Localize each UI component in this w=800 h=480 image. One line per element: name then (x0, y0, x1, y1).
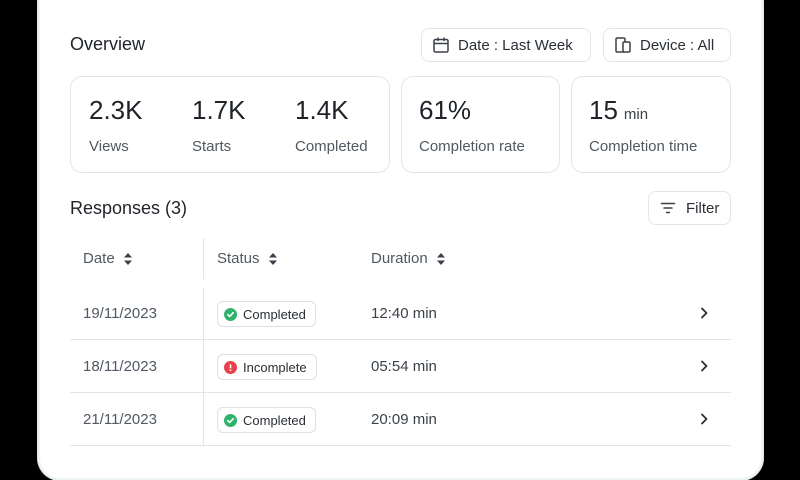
completed-label: Completed (295, 138, 368, 155)
header-column-divider (203, 238, 204, 279)
chevron-right-icon[interactable] (697, 411, 711, 427)
filter-button[interactable]: Filter (648, 191, 731, 225)
views-label: Views (89, 138, 129, 155)
date-filter-button[interactable]: Date : Last Week (421, 28, 591, 62)
status-badge: Incomplete (217, 354, 317, 380)
overview-title: Overview (70, 34, 146, 54)
starts-value: 1.7K (192, 95, 246, 125)
status-label: Completed (243, 306, 306, 322)
row-duration: 05:54 min (371, 358, 437, 375)
completion-time-value-wrap: 15 min (589, 95, 648, 126)
table-row[interactable]: 19/11/2023 Completed 12:40 min (70, 288, 731, 340)
chevron-right-icon[interactable] (697, 305, 711, 321)
table-row[interactable]: 18/11/2023 Incomplete 05:54 min (70, 341, 731, 393)
engagement-stats-box: 2.3K Views 1.7K Starts 1.4K Completed (70, 76, 390, 173)
chevron-right-icon[interactable] (697, 358, 711, 374)
row-date: 21/11/2023 (83, 411, 157, 428)
duration-column-label: Duration (371, 250, 428, 267)
status-badge: Completed (217, 301, 316, 327)
date-filter-label: Date : Last Week (458, 36, 573, 54)
sort-icon (268, 252, 277, 265)
status-label: Incomplete (243, 359, 307, 375)
completion-time-label: Completion time (589, 138, 698, 155)
status-column-header[interactable]: Status (217, 250, 278, 267)
filter-label: Filter (686, 199, 720, 217)
row-duration: 12:40 min (371, 305, 437, 322)
sort-icon (123, 252, 132, 265)
completion-rate-value: 61% (419, 95, 472, 125)
check-circle-icon (224, 413, 237, 427)
device-filter-button[interactable]: Device : All (603, 28, 731, 62)
sort-icon (436, 252, 445, 265)
completed-value: 1.4K (295, 95, 349, 125)
row-duration: 20:09 min (371, 411, 437, 428)
date-column-label: Date (83, 250, 115, 267)
completion-rate-box: 61% Completion rate (401, 76, 560, 173)
row-date: 18/11/2023 (83, 358, 157, 375)
completion-time-unit: min (623, 106, 649, 123)
views-value: 2.3K (89, 95, 143, 125)
status-label: Completed (243, 412, 306, 428)
completion-rate-label: Completion rate (419, 138, 525, 155)
responses-title: Responses (3) (70, 198, 188, 218)
completion-time-value: 15 (589, 95, 618, 125)
table-row[interactable]: 21/11/2023 Completed 20:09 min (70, 394, 731, 446)
device-filter-label: Device : All (640, 36, 715, 54)
check-circle-icon (224, 307, 237, 321)
starts-label: Starts (192, 138, 232, 155)
date-column-header[interactable]: Date (83, 250, 133, 267)
duration-column-header[interactable]: Duration (371, 250, 446, 267)
status-badge: Completed (217, 407, 316, 433)
status-column-label: Status (217, 250, 260, 267)
alert-circle-icon (224, 360, 237, 374)
completion-time-box: 15 min Completion time (571, 76, 731, 173)
filter-icon (660, 202, 676, 214)
row-date: 19/11/2023 (83, 305, 157, 322)
calendar-icon (433, 37, 449, 53)
devices-icon (615, 37, 631, 53)
